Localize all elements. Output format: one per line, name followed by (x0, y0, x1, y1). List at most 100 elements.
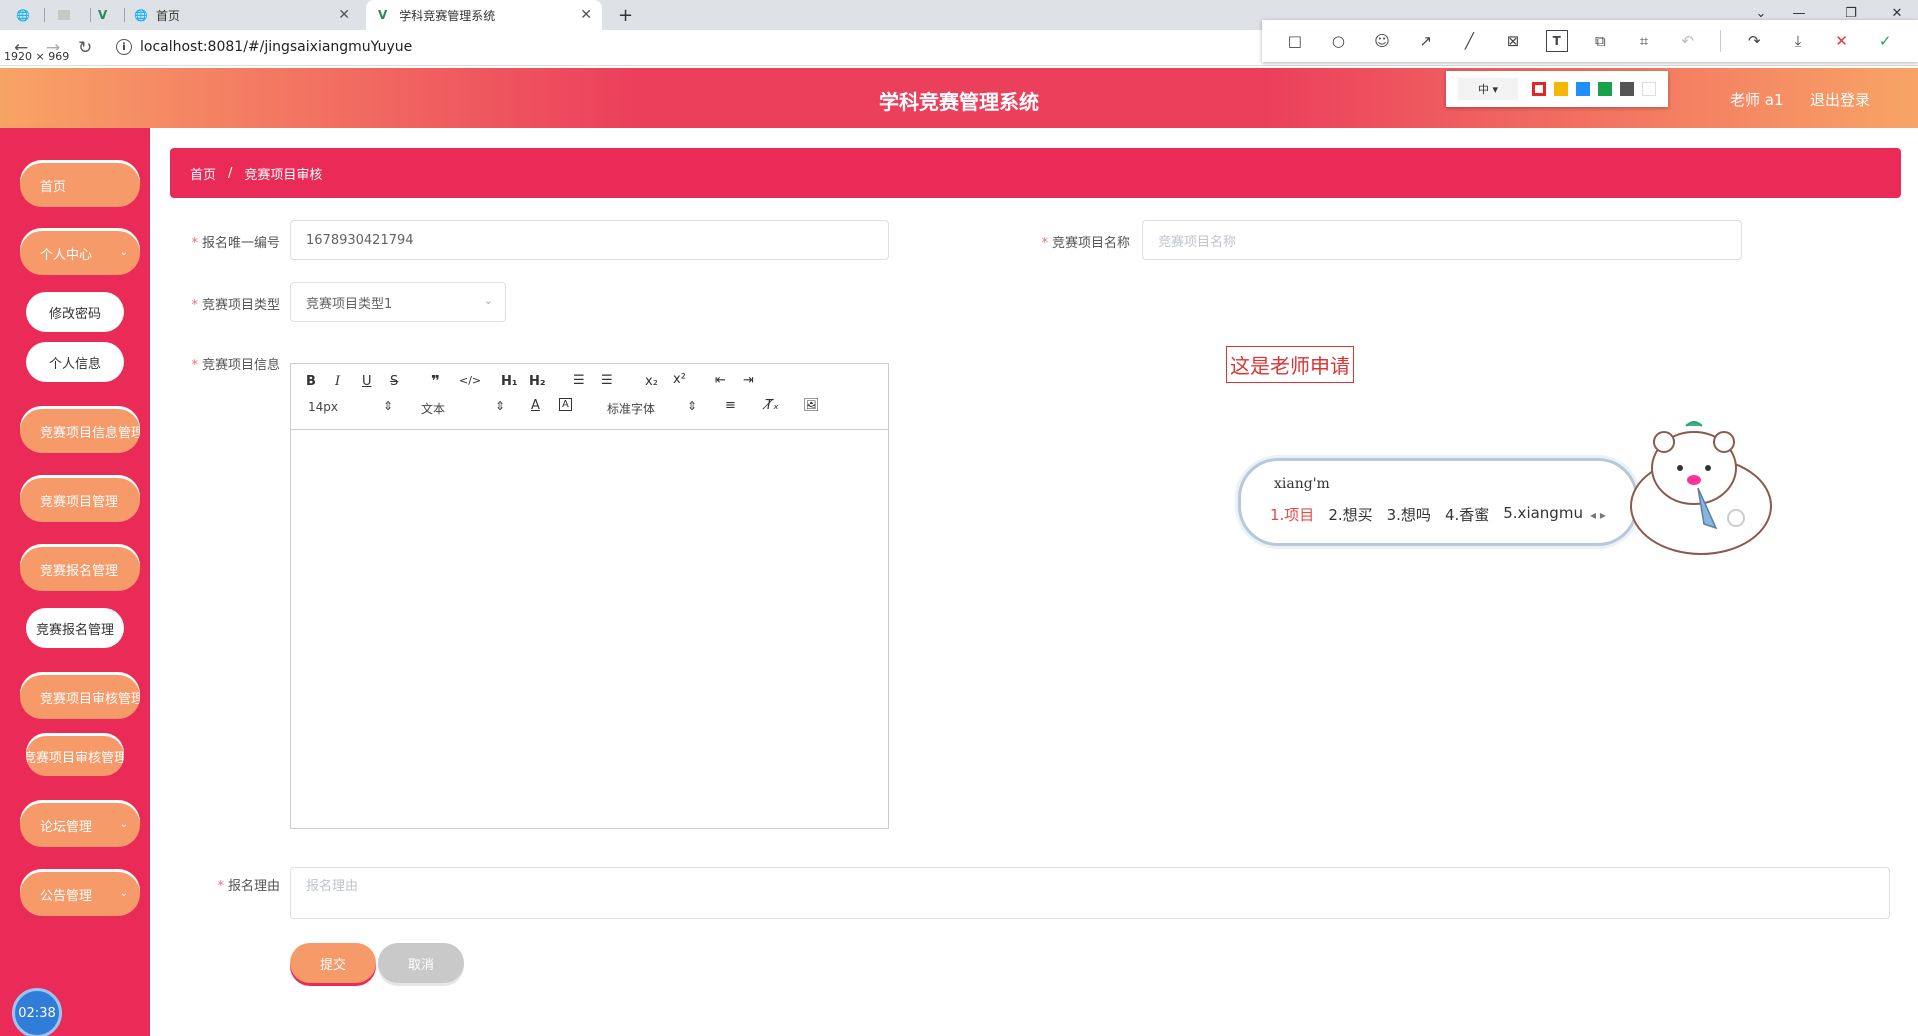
block-type-select[interactable]: 文本 (421, 400, 445, 417)
new-tab-button[interactable]: + (618, 0, 638, 30)
ordered-list-icon[interactable]: ☰ (573, 373, 585, 388)
indent-icon[interactable]: ⇥ (743, 373, 754, 388)
blockquote-icon[interactable]: ❞ (431, 372, 440, 390)
breadcrumb-current: 竞赛项目审核 (244, 167, 323, 183)
color-swatch-yellow[interactable] (1554, 82, 1568, 96)
current-user: 老师 a1 (1730, 91, 1784, 109)
background-color-icon[interactable]: A (559, 398, 572, 411)
ime-candidate-window: xiang'm 1.项目 2.想买 3.想吗 4.香蜜 5.xiangmu ◂ … (1238, 421, 1788, 555)
undo-icon[interactable]: ↶ (1677, 30, 1699, 52)
chevron-down-icon: ⌄ (483, 294, 493, 307)
mosaic-tool-icon[interactable]: ⊠ (1502, 30, 1524, 52)
ellipse-tool-icon[interactable]: ○ (1328, 30, 1350, 52)
close-icon[interactable]: ✕ (580, 7, 592, 23)
globe-icon: 🌐 (134, 8, 148, 22)
ime-candidate[interactable]: 5.xiangmu (1503, 504, 1583, 525)
sidebar-item-review-mgmt[interactable]: 竞赛项目审核管理 (20, 675, 140, 719)
color-swatch-red[interactable] (1532, 82, 1546, 96)
ime-page-arrows-icon[interactable]: ◂ ▸ (1590, 508, 1606, 522)
save-icon[interactable]: ⤓ (1787, 30, 1809, 52)
sort-arrows-icon: ⇕ (495, 399, 506, 413)
font-color-icon[interactable]: A (531, 398, 540, 413)
clear-format-icon[interactable]: T̸ₓ (765, 398, 779, 413)
close-icon[interactable]: ✕ (338, 7, 350, 23)
color-swatch-blue[interactable] (1576, 82, 1590, 96)
site-info-icon[interactable]: i (116, 39, 132, 55)
copy-tool-icon[interactable]: ⧉ (1590, 30, 1612, 52)
reason-label: * 报名理由 (217, 879, 280, 894)
ocr-tool-icon[interactable]: ⌗ (1633, 30, 1655, 52)
url-field[interactable]: localhost:8081/#/jingsaixiangmuYuyue (140, 39, 412, 55)
heading2-icon[interactable]: H₂ (529, 374, 546, 389)
ime-candidate[interactable]: 4.香蜜 (1445, 504, 1489, 525)
tab-globe-1[interactable]: 🌐 (16, 0, 40, 30)
ime-candidate[interactable]: 2.想买 (1328, 504, 1372, 525)
ime-candidate[interactable]: 1.项目 (1270, 504, 1314, 525)
sidebar-item-home[interactable]: 首页 (20, 163, 140, 207)
code-icon[interactable]: </> (459, 374, 481, 387)
font-size-select[interactable]: 中 ▾ (1458, 78, 1518, 100)
sidebar-item-forum-mgmt[interactable]: 论坛管理 ⌄ (20, 803, 140, 847)
project-type-select[interactable]: 竞赛项目类型1 ⌄ (290, 282, 506, 322)
cancel-shot-icon[interactable]: ✕ (1831, 30, 1853, 52)
tab-active[interactable]: V 学科竞赛管理系统 ✕ (366, 0, 602, 30)
rich-text-editor: B I U S ❞ </> H₁ H₂ ☰ ☰ x₂ x² ⇤ ⇥ 14px ⇕… (290, 363, 889, 829)
sidebar-item-signup-mgmt-sub[interactable]: 竞赛报名管理 (26, 608, 124, 648)
reason-field[interactable]: 报名理由 (290, 867, 1890, 919)
breadcrumb-separator: / (228, 165, 233, 181)
ime-pinyin: xiang'm (1274, 476, 1330, 492)
reload-icon[interactable]: ↻ (78, 38, 92, 58)
blank-page-icon (58, 10, 70, 20)
underline-icon[interactable]: U (362, 374, 372, 389)
submit-button[interactable]: 提交 (290, 943, 376, 983)
project-name-field[interactable]: 竞赛项目名称 (1142, 220, 1742, 260)
confirm-shot-icon[interactable]: ✓ (1874, 30, 1896, 52)
arrow-tool-icon[interactable]: ↗ (1415, 30, 1437, 52)
sidebar-item-notice-mgmt[interactable]: 公告管理 ⌄ (20, 872, 140, 916)
logout-link[interactable]: 退出登录 (1810, 89, 1870, 110)
sidebar-item-review-mgmt-sub[interactable]: 竞赛项目审核管理 (26, 736, 124, 776)
sidebar-item-personal-info[interactable]: 个人信息 (26, 342, 124, 382)
editor-content[interactable] (291, 430, 888, 828)
sort-arrows-icon: ⇕ (687, 399, 698, 413)
outdent-icon[interactable]: ⇤ (715, 373, 726, 388)
rectangle-tool-icon[interactable]: □ (1284, 30, 1306, 52)
screenshot-toolbar: □ ○ ☺ ↗ ╱ ⊠ T ⧉ ⌗ ↶ ↷ ⤓ ✕ ✓ (1262, 20, 1918, 62)
font-family-select[interactable]: 标准字体 (607, 400, 655, 417)
bullet-list-icon[interactable]: ☰ (601, 373, 613, 388)
ime-candidate[interactable]: 3.想吗 (1387, 504, 1431, 525)
font-size-select[interactable]: 14px (308, 400, 338, 414)
sidebar-item-label: 竞赛报名管理 (35, 622, 114, 638)
heading1-icon[interactable]: H₁ (501, 374, 518, 389)
sidebar-item-project-info-mgmt[interactable]: 竞赛项目信息管理 (20, 409, 140, 453)
color-swatch-green[interactable] (1598, 82, 1612, 96)
sidebar-item-change-password[interactable]: 修改密码 (26, 292, 124, 332)
tab-blank[interactable] (58, 0, 82, 30)
strikethrough-icon[interactable]: S (390, 374, 398, 389)
align-icon[interactable]: ≡ (725, 398, 736, 413)
bold-icon[interactable]: B (306, 374, 316, 389)
emoji-tool-icon[interactable]: ☺ (1371, 30, 1393, 52)
italic-icon[interactable]: I (335, 374, 340, 389)
sidebar-item-signup-mgmt[interactable]: 竞赛报名管理 (20, 547, 140, 591)
breadcrumb-home[interactable]: 首页 (190, 164, 216, 183)
selection-dimensions: 1920 × 969 (2, 50, 72, 63)
cancel-button[interactable]: 取消 (378, 943, 464, 983)
color-swatch-white[interactable] (1642, 82, 1656, 96)
signup-id-field[interactable]: 1678930421794 (290, 220, 889, 260)
subscript-icon[interactable]: x₂ (645, 374, 658, 389)
image-icon[interactable]: 🖼 (803, 398, 820, 413)
annotation-text[interactable]: 这是老师申请 (1226, 346, 1354, 383)
superscript-icon[interactable]: x² (673, 372, 686, 387)
sidebar-item-project-mgmt[interactable]: 竞赛项目管理 (20, 478, 140, 522)
tab-home[interactable]: 🌐 首页 ✕ (134, 0, 360, 30)
share-icon[interactable]: ↷ (1743, 30, 1765, 52)
line-tool-icon[interactable]: ╱ (1459, 30, 1481, 52)
tab-title: 学科竞赛管理系统 (399, 8, 496, 23)
color-swatch-gray[interactable] (1620, 82, 1634, 96)
text-tool-icon[interactable]: T (1545, 30, 1568, 52)
sidebar-item-label: 公告管理 (40, 888, 93, 904)
sidebar-item-personal-center[interactable]: 个人中心 ⌄ (20, 231, 140, 275)
editor-toolbar: B I U S ❞ </> H₁ H₂ ☰ ☰ x₂ x² ⇤ ⇥ 14px ⇕… (291, 364, 888, 430)
tab-vue[interactable]: V (98, 0, 122, 30)
